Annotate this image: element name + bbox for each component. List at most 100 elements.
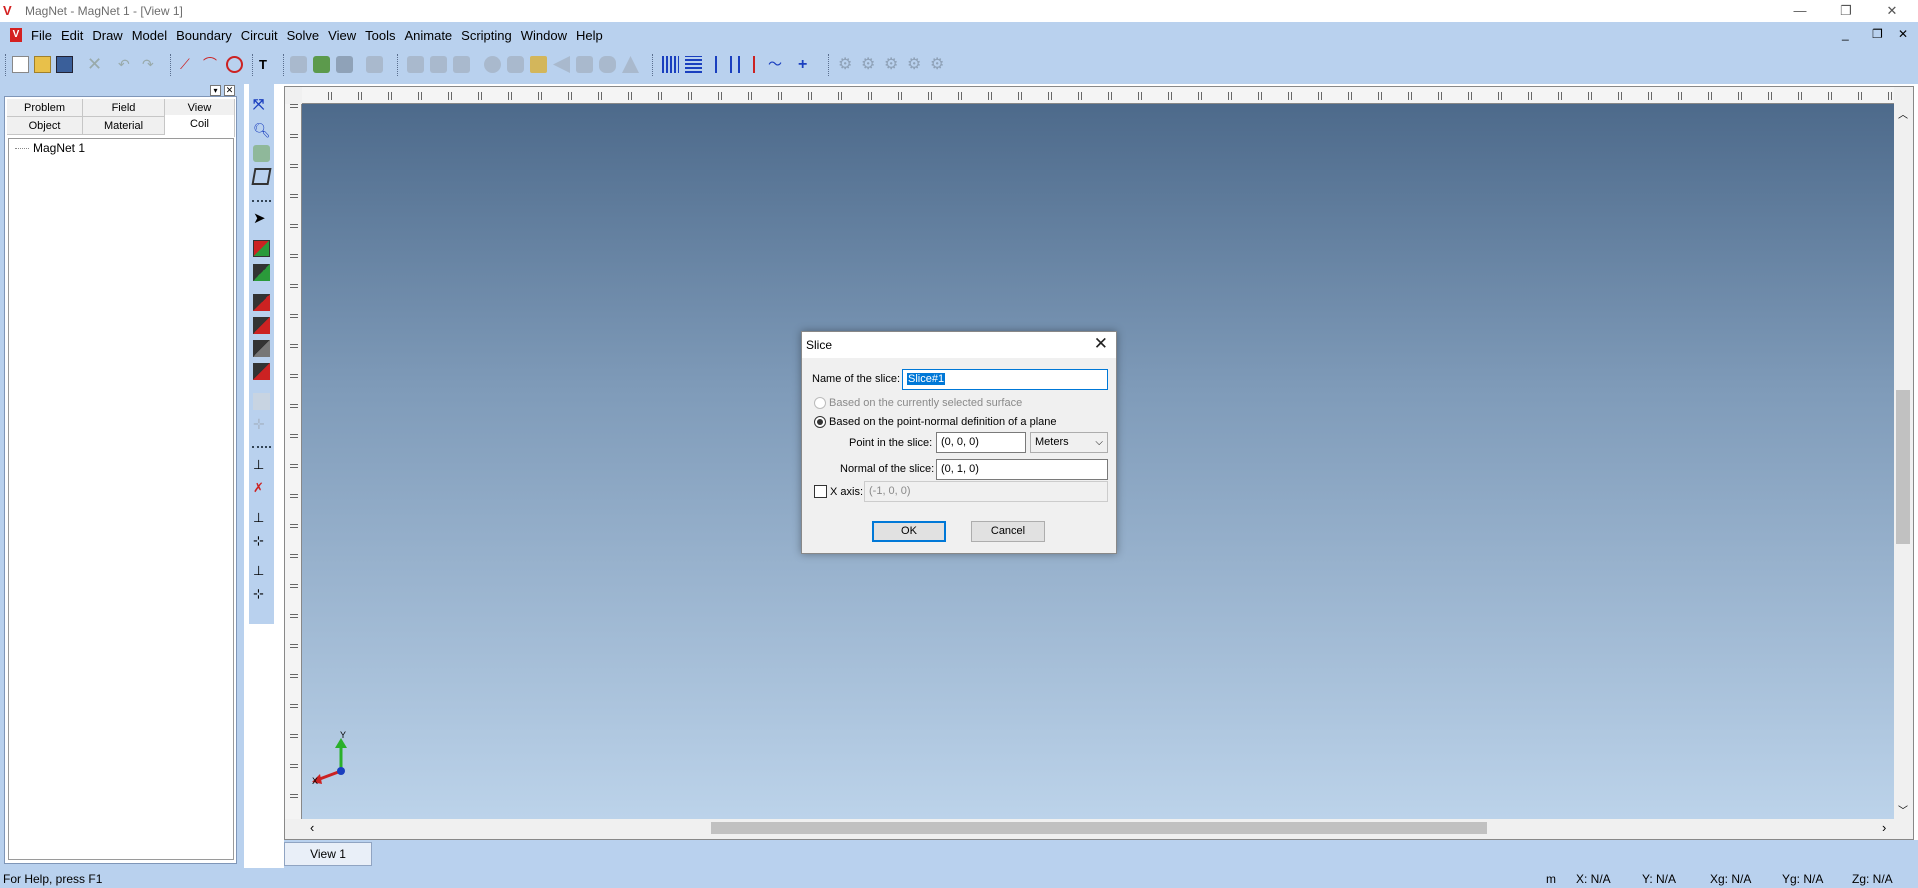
select-edges-icon[interactable] [253, 294, 270, 311]
mdi-restore-button[interactable]: ❐ [1872, 27, 1883, 41]
axis-view-icon[interactable]: ⤧ [253, 96, 270, 113]
panel-close-icon[interactable]: ✕ [224, 85, 235, 96]
gear-icon[interactable]: ⚙ [907, 56, 924, 73]
redo-icon[interactable]: ↷ [142, 56, 159, 73]
zoom-icon[interactable]: 🔍︎ [253, 122, 271, 139]
units-select[interactable]: Meters ⌵ [1030, 432, 1108, 453]
gear-icon[interactable]: ⚙ [838, 56, 855, 73]
dialog-close-icon[interactable]: ✕ [1094, 334, 1108, 354]
copy-icon[interactable] [313, 56, 330, 73]
horizontal-scroll-thumb[interactable] [711, 822, 1487, 834]
menu-view[interactable]: View [328, 28, 356, 43]
menu-scripting[interactable]: Scripting [461, 28, 512, 43]
menu-help[interactable]: Help [576, 28, 603, 43]
tab-material[interactable]: Material [83, 117, 165, 135]
vertical-scrollbar[interactable]: ︿ ﹀ [1894, 104, 1912, 819]
select-coil-icon[interactable] [253, 363, 270, 380]
slice-icon[interactable] [738, 56, 755, 73]
horizontal-scrollbar[interactable]: ‹ › [302, 819, 1894, 837]
select-faces-icon[interactable] [253, 264, 270, 281]
new-file-icon[interactable] [12, 56, 29, 73]
x-axis-checkbox[interactable] [814, 485, 827, 498]
graph-icon[interactable]: 〜 [768, 56, 785, 73]
menu-model[interactable]: Model [132, 28, 167, 43]
menu-solve[interactable]: Solve [287, 28, 320, 43]
menu-tools[interactable]: Tools [365, 28, 395, 43]
tab-view-1[interactable]: View 1 [284, 842, 372, 866]
vertical-scroll-thumb[interactable] [1896, 390, 1910, 544]
view-cube-icon[interactable] [251, 168, 272, 185]
scroll-up-icon[interactable]: ︿ [1898, 106, 1908, 121]
horizontal-ruler[interactable] [302, 87, 1894, 104]
move-icon[interactable]: ✛ [253, 416, 270, 433]
draw-line-icon[interactable]: ⟋ [180, 56, 197, 73]
paste-icon[interactable] [336, 56, 353, 73]
mdi-close-button[interactable]: ✕ [1898, 27, 1908, 41]
loft-icon[interactable] [453, 56, 470, 73]
tab-coil[interactable]: Coil [165, 115, 235, 137]
scroll-right-icon[interactable]: › [1882, 820, 1886, 835]
shade-icon[interactable] [715, 56, 732, 73]
select-region-icon[interactable] [253, 340, 270, 357]
tab-problem[interactable]: Problem [7, 99, 83, 117]
probe-icon[interactable]: + [798, 56, 815, 73]
document-icon[interactable]: V [10, 28, 22, 42]
field-arrows-icon[interactable] [662, 56, 679, 73]
menu-boundary[interactable]: Boundary [176, 28, 232, 43]
torus-icon[interactable] [599, 56, 616, 73]
menu-file[interactable]: File [31, 28, 52, 43]
normal-input[interactable]: (0, 1, 0) [936, 459, 1108, 480]
delete-icon[interactable]: ✕ [86, 55, 103, 73]
transform-icon[interactable] [253, 393, 270, 410]
slice-custom-icon[interactable]: ⊹ [253, 585, 270, 602]
cancel-button[interactable]: Cancel [971, 521, 1045, 542]
menu-animate[interactable]: Animate [404, 28, 452, 43]
point-input[interactable]: (0, 0, 0) [936, 432, 1026, 453]
contour-icon[interactable] [685, 56, 702, 73]
wedge-icon[interactable] [576, 56, 593, 73]
draw-arc-icon[interactable]: ⌒ [203, 56, 220, 73]
vertical-ruler[interactable] [285, 104, 302, 819]
close-button[interactable]: ✕ [1869, 0, 1915, 22]
select-vertices-icon[interactable] [253, 317, 270, 334]
gear-icon[interactable]: ⚙ [930, 56, 947, 73]
cone-icon[interactable] [553, 56, 570, 73]
tab-object[interactable]: Object [7, 117, 83, 135]
sweep-icon[interactable] [430, 56, 447, 73]
draw-circle-icon[interactable] [226, 56, 243, 73]
select-objects-icon[interactable] [253, 240, 270, 257]
menu-circuit[interactable]: Circuit [241, 28, 278, 43]
open-folder-icon[interactable] [34, 56, 51, 73]
gear-icon[interactable]: ⚙ [884, 56, 901, 73]
surface-radio[interactable] [814, 397, 826, 409]
slice-plane-icon[interactable]: ✗ [253, 479, 270, 496]
gear-icon[interactable]: ⚙ [861, 56, 878, 73]
menu-edit[interactable]: Edit [61, 28, 83, 43]
select-tool-icon[interactable] [366, 56, 383, 73]
slice-yz-icon[interactable]: ⊹ [253, 532, 270, 549]
construction-slice-icon[interactable]: ⊥ [253, 456, 270, 473]
menu-window[interactable]: Window [521, 28, 567, 43]
extrude-icon[interactable] [407, 56, 424, 73]
cut-icon[interactable] [290, 56, 307, 73]
pointer-icon[interactable]: ➤ [253, 210, 270, 227]
tree-item[interactable]: MagNet 1 [15, 141, 85, 155]
slice-xy-icon[interactable]: ⊥ [253, 509, 270, 526]
scroll-down-icon[interactable]: ﹀ [1898, 802, 1908, 817]
scroll-left-icon[interactable]: ‹ [310, 820, 314, 835]
undo-icon[interactable]: ↶ [118, 56, 135, 73]
pyramid-icon[interactable] [622, 56, 639, 73]
tab-field[interactable]: Field [83, 99, 165, 117]
ok-button[interactable]: OK [872, 521, 946, 542]
x-axis-input[interactable]: (-1, 0, 0) [864, 481, 1108, 502]
text-tool-icon[interactable]: T [259, 56, 276, 73]
cylinder-icon[interactable] [507, 56, 524, 73]
restore-button[interactable]: ❐ [1823, 0, 1869, 22]
minimize-button[interactable]: — [1777, 0, 1823, 22]
menu-draw[interactable]: Draw [92, 28, 122, 43]
slice-name-input[interactable]: Slice#1 [902, 369, 1108, 390]
plane-radio[interactable] [814, 416, 826, 428]
mdi-minimize-button[interactable]: _ [1842, 27, 1849, 41]
zoom-extents-icon[interactable] [253, 145, 270, 162]
box-icon[interactable] [530, 56, 547, 73]
